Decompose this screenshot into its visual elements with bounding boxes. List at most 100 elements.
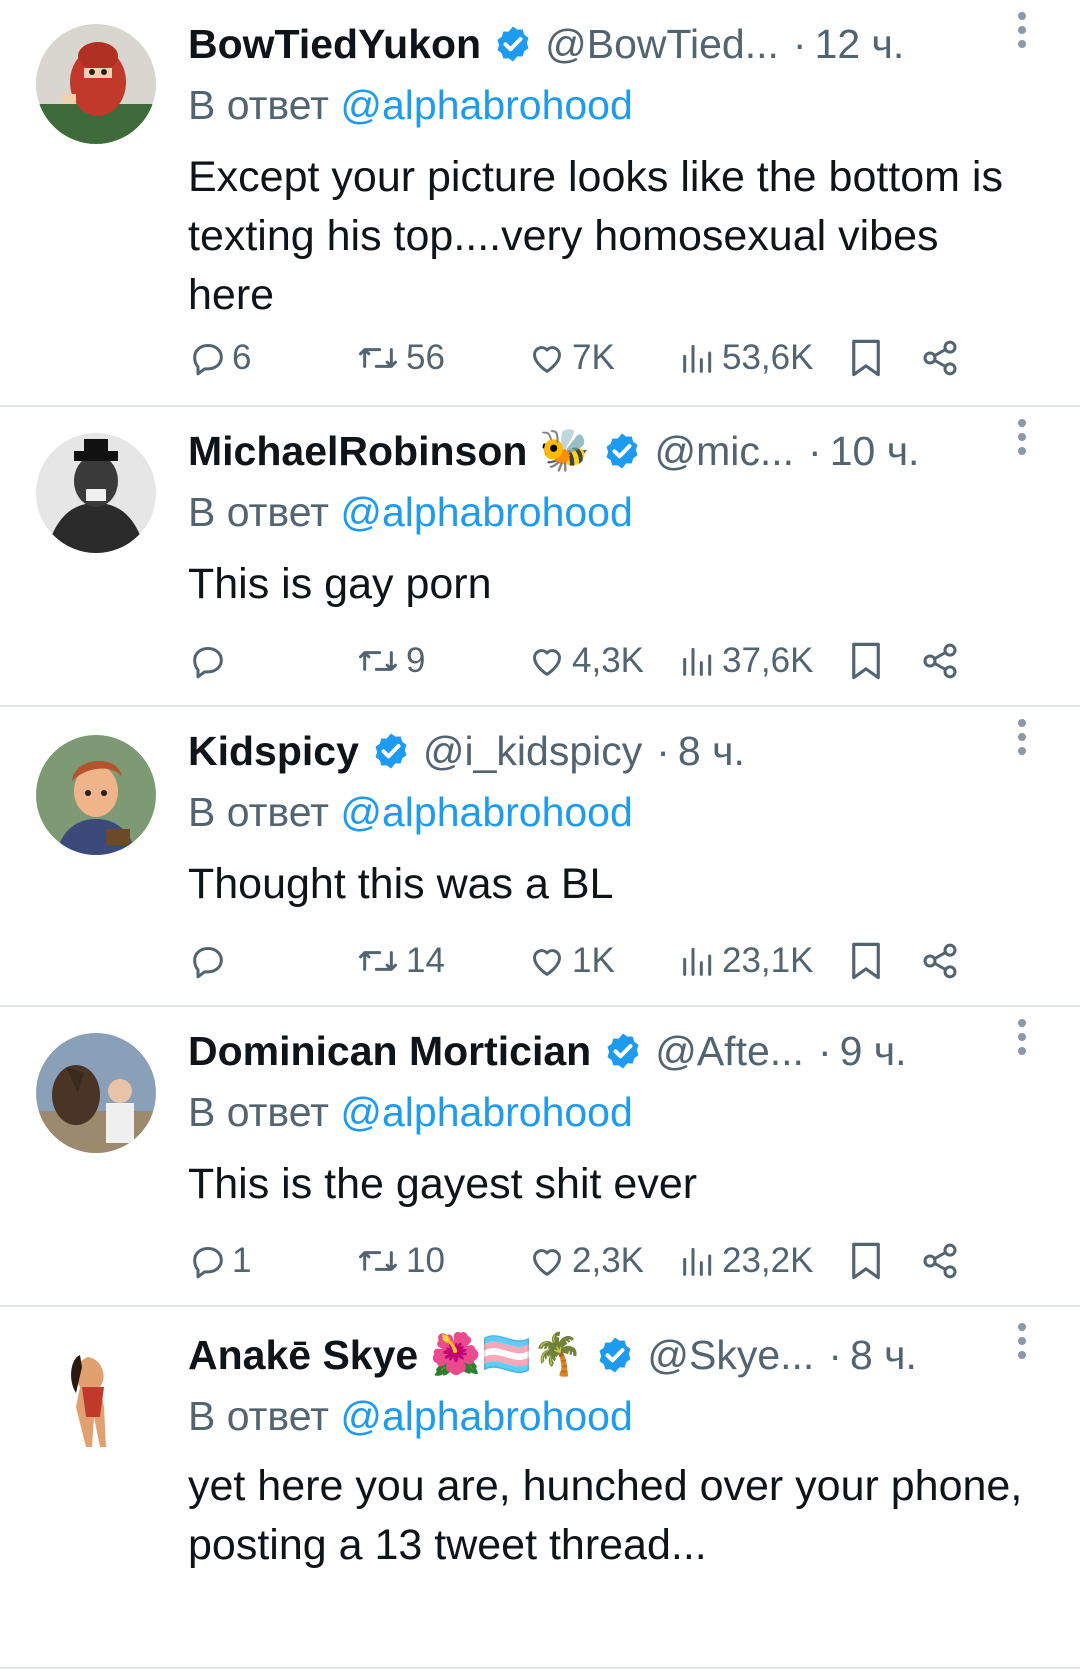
- author-handle[interactable]: @mic...: [654, 428, 794, 475]
- reply-icon: [193, 647, 223, 679]
- author-name[interactable]: MichaelRobinson: [188, 428, 527, 475]
- reply-context: В ответ @alphabrohood: [188, 1393, 633, 1440]
- reply-mention-link[interactable]: @alphabrohood: [340, 789, 632, 835]
- reply-prefix: В ответ: [188, 489, 329, 535]
- reply-icon: [193, 344, 223, 376]
- tweet-text: Thought this was a BL: [188, 860, 614, 908]
- verified-badge-icon: [603, 1031, 643, 1071]
- bookmark-button[interactable]: [848, 330, 884, 386]
- like-count: 2,3K: [572, 1241, 644, 1280]
- share-button[interactable]: [920, 1233, 960, 1289]
- action-bar: 9 4,3K 37,6K: [188, 633, 1040, 689]
- avatar[interactable]: [36, 1033, 156, 1153]
- share-button[interactable]: [920, 933, 960, 989]
- reply-mention-link[interactable]: @alphabrohood: [340, 82, 632, 128]
- reply-mention-link[interactable]: @alphabrohood: [340, 489, 632, 535]
- share-icon: [923, 943, 957, 979]
- like-button[interactable]: 4,3K: [526, 633, 644, 689]
- tweet[interactable]: BowTiedYukon @BowTied... · 12 ч. В ответ…: [0, 0, 1080, 407]
- reply-button[interactable]: 1: [188, 1233, 251, 1289]
- reply-count: 1: [232, 1241, 252, 1280]
- more-options-icon[interactable]: [1004, 8, 1040, 52]
- timestamp[interactable]: 10 ч.: [830, 428, 920, 475]
- timestamp[interactable]: 8 ч.: [678, 728, 745, 775]
- author-name[interactable]: Anakē Skye: [188, 1332, 418, 1379]
- heart-icon: [533, 649, 561, 676]
- reply-context: В ответ @alphabrohood: [188, 1089, 633, 1136]
- name-emoji: 🌺🏳️‍⚧️🌴: [430, 1331, 584, 1377]
- red-bearded-miner-avatar-icon: [36, 24, 156, 144]
- retweet-icon: [359, 348, 397, 368]
- tweet-text: Except your picture looks like the botto…: [188, 153, 1003, 319]
- reply-button[interactable]: 6: [188, 330, 251, 386]
- author-handle[interactable]: @BowTied...: [545, 21, 779, 68]
- bookmark-button[interactable]: [848, 1233, 884, 1289]
- tweet[interactable]: Anakē Skye 🌺🏳️‍⚧️🌴 @Skye... · 8 ч. В отв…: [0, 1307, 1080, 1669]
- retweet-count: 10: [406, 1241, 445, 1280]
- views-bar-chart-icon: [683, 647, 712, 676]
- like-button[interactable]: 7K: [526, 330, 615, 386]
- separator-dot: ·: [808, 427, 822, 474]
- like-button[interactable]: 2,3K: [526, 1233, 644, 1289]
- views-button[interactable]: 23,1K: [678, 933, 813, 989]
- like-button[interactable]: 1K: [526, 933, 615, 989]
- views-button[interactable]: 53,6K: [678, 330, 813, 386]
- reply-button[interactable]: [188, 633, 232, 689]
- retweet-button[interactable]: 9: [354, 633, 425, 689]
- share-button[interactable]: [920, 633, 960, 689]
- reply-icon: [193, 1247, 223, 1279]
- views-button[interactable]: 37,6K: [678, 633, 813, 689]
- tweet[interactable]: MichaelRobinson 🐝 @mic... · 10 ч. В отве…: [0, 407, 1080, 707]
- share-icon: [923, 643, 957, 679]
- timestamp[interactable]: 9 ч.: [840, 1028, 907, 1075]
- avatar[interactable]: [36, 1337, 156, 1457]
- timestamp[interactable]: 12 ч.: [815, 21, 905, 68]
- share-button[interactable]: [920, 330, 960, 386]
- retweet-button[interactable]: 56: [354, 330, 445, 386]
- reply-prefix: В ответ: [188, 82, 329, 128]
- retweet-icon: [359, 951, 397, 971]
- heart-icon: [533, 1249, 561, 1276]
- black-white-character-avatar-icon: [36, 433, 156, 553]
- author-handle[interactable]: @Skye...: [647, 1332, 814, 1379]
- retweet-button[interactable]: 14: [354, 933, 445, 989]
- illustrated-woman-avatar-icon: [36, 1337, 156, 1457]
- avatar[interactable]: [36, 24, 156, 144]
- more-options-icon[interactable]: [1004, 715, 1040, 759]
- more-options-icon[interactable]: [1004, 415, 1040, 459]
- reply-button[interactable]: [188, 933, 232, 989]
- reply-mention-link[interactable]: @alphabrohood: [340, 1089, 632, 1135]
- author-name[interactable]: Dominican Mortician: [188, 1028, 591, 1075]
- bookmark-icon: [852, 942, 880, 980]
- avatar[interactable]: [36, 433, 156, 553]
- tweet[interactable]: Kidspicy @i_kidspicy · 8 ч. В ответ @alp…: [0, 707, 1080, 1007]
- views-button[interactable]: 23,2K: [678, 1233, 813, 1289]
- bookmark-icon: [852, 642, 880, 680]
- author-handle[interactable]: @i_kidspicy: [423, 728, 642, 775]
- verified-badge-icon: [602, 431, 642, 471]
- author-name[interactable]: Kidspicy: [188, 728, 359, 775]
- name-emoji: 🐝: [539, 427, 591, 473]
- bookmark-button[interactable]: [848, 933, 884, 989]
- more-options-icon[interactable]: [1004, 1015, 1040, 1059]
- verified-badge-icon: [595, 1335, 635, 1375]
- like-count: 7K: [572, 338, 615, 377]
- verified-badge-icon: [493, 24, 533, 64]
- separator-dot: ·: [656, 727, 670, 774]
- author-name[interactable]: BowTiedYukon: [188, 21, 481, 68]
- timestamp[interactable]: 8 ч.: [850, 1332, 917, 1379]
- separator-dot: ·: [828, 1331, 842, 1378]
- author-handle[interactable]: @Afte...: [655, 1028, 804, 1075]
- bookmark-button[interactable]: [848, 633, 884, 689]
- tweet[interactable]: Dominican Mortician @Afte... · 9 ч. В от…: [0, 1007, 1080, 1307]
- more-options-icon[interactable]: [1004, 1319, 1040, 1363]
- views-bar-chart-icon: [683, 1247, 712, 1276]
- bookmark-icon: [852, 1242, 880, 1280]
- reply-mention-link[interactable]: @alphabrohood: [340, 1393, 632, 1439]
- retweet-icon: [359, 1251, 397, 1271]
- reply-prefix: В ответ: [188, 1089, 329, 1135]
- retweet-button[interactable]: 10: [354, 1233, 445, 1289]
- avatar[interactable]: [36, 735, 156, 855]
- tweet-text: This is the gayest shit ever: [188, 1160, 698, 1208]
- reply-icon: [193, 947, 223, 979]
